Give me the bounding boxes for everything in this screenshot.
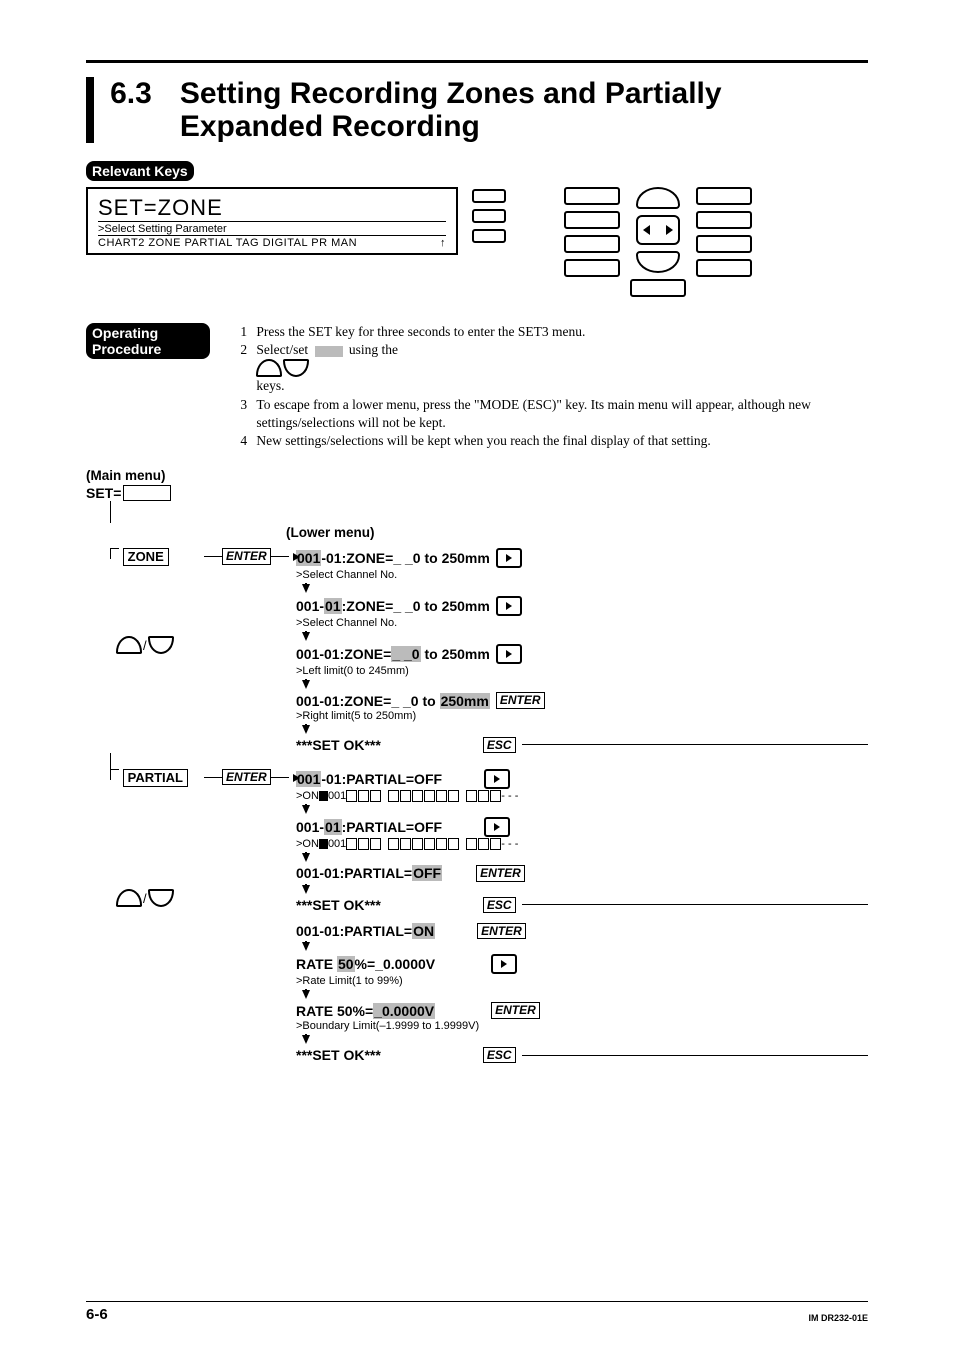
down-arrow-icon bbox=[302, 1035, 310, 1044]
zone-step-4: 001-01:ZONE=_ _0 to 250mm ENTER bbox=[296, 692, 868, 708]
down-arrow-icon bbox=[302, 942, 310, 951]
down-arrow-icon bbox=[302, 584, 310, 593]
down-arrow-icon bbox=[302, 632, 310, 641]
right-key-icon[interactable] bbox=[491, 954, 517, 974]
keypad-cluster bbox=[564, 187, 752, 297]
softkey-1[interactable] bbox=[472, 189, 506, 203]
key-generic-4[interactable] bbox=[564, 259, 620, 277]
down-arrow-icon bbox=[302, 680, 310, 689]
zone-step-2-sub: >Select Channel No. bbox=[296, 617, 868, 629]
softkey-3[interactable] bbox=[472, 229, 506, 243]
lcd-panel: SET=ZONE >Select Setting Parameter CHART… bbox=[86, 187, 458, 255]
heading-number: 6.3 bbox=[110, 77, 152, 110]
heading-title: Setting Recording Zones and Partially Ex… bbox=[180, 77, 868, 143]
zone-section: ZONE ENTER / 001-01:ZONE=_ _0 to 250mm >… bbox=[86, 548, 868, 753]
set-equals-label: SET= bbox=[86, 485, 121, 501]
zone-step-1-sub: >Select Channel No. bbox=[296, 569, 868, 581]
page-footer: 6-6 IM DR232-01E bbox=[86, 1301, 868, 1323]
up-key-icon[interactable] bbox=[116, 636, 142, 654]
enter-key-partial[interactable]: ENTER bbox=[222, 769, 271, 785]
esc-key[interactable]: ESC bbox=[483, 737, 516, 753]
down-key-icon[interactable] bbox=[148, 636, 174, 654]
enter-key[interactable]: ENTER bbox=[477, 923, 526, 939]
down-key-icon[interactable] bbox=[148, 889, 174, 907]
partial-step-1-sub: >ON001 - - - bbox=[296, 790, 868, 802]
section-heading: 6.3 Setting Recording Zones and Partiall… bbox=[86, 77, 868, 143]
right-key-icon[interactable] bbox=[496, 644, 522, 664]
softkey-2[interactable] bbox=[472, 209, 506, 223]
operating-procedure-list: 1Press the SET key for three seconds to … bbox=[240, 323, 868, 450]
partial-step-1: 001-01:PARTIAL=OFF bbox=[296, 769, 868, 789]
partial-step-2-sub: >ON001 - - - bbox=[296, 838, 868, 850]
down-key-icon bbox=[283, 359, 309, 377]
procedure-step-3: To escape from a lower menu, press the "… bbox=[256, 396, 868, 432]
zone-step-2: 001-01:ZONE=_ _0 to 250mm bbox=[296, 596, 868, 616]
down-arrow-icon bbox=[302, 725, 310, 734]
enter-key[interactable]: ENTER bbox=[496, 692, 545, 708]
right-key-icon[interactable] bbox=[496, 548, 522, 568]
lcd-line-1: SET=ZONE bbox=[98, 195, 446, 222]
key-generic-7[interactable] bbox=[696, 211, 752, 229]
set-value-slot bbox=[123, 485, 171, 501]
lcd-line-3: CHART2 ZONE PARTIAL TAG DIGITAL PR MAN bbox=[98, 237, 357, 249]
up-key-icon[interactable] bbox=[116, 889, 142, 907]
key-generic-9[interactable] bbox=[696, 259, 752, 277]
enter-key[interactable]: ENTER bbox=[476, 865, 525, 881]
key-left-right-icon[interactable] bbox=[636, 215, 680, 245]
relevant-keys-label: Relevant Keys bbox=[86, 161, 194, 181]
key-generic-1[interactable] bbox=[564, 187, 620, 205]
partial-on-step: 001-01:PARTIAL=ON ENTER bbox=[296, 923, 868, 939]
partial-ok-2: ***SET OK*** ESC bbox=[296, 1047, 868, 1063]
partial-label: PARTIAL bbox=[123, 769, 188, 787]
down-arrow-icon bbox=[302, 805, 310, 814]
esc-key[interactable]: ESC bbox=[483, 1047, 516, 1063]
right-key-icon[interactable] bbox=[496, 596, 522, 616]
down-arrow-icon bbox=[302, 853, 310, 862]
partial-step-2: 001-01:PARTIAL=OFF bbox=[296, 817, 868, 837]
esc-key[interactable]: ESC bbox=[483, 897, 516, 913]
right-key-icon[interactable] bbox=[484, 817, 510, 837]
enter-key[interactable]: ENTER bbox=[491, 1002, 540, 1018]
enter-key-zone[interactable]: ENTER bbox=[222, 548, 271, 564]
key-generic-5[interactable] bbox=[630, 279, 686, 297]
rate-step-1: RATE 50%=_0.0000V bbox=[296, 954, 868, 974]
zone-step-1: 001-01:ZONE=_ _0 to 250mm bbox=[296, 548, 868, 568]
key-generic-2[interactable] bbox=[564, 211, 620, 229]
key-generic-6[interactable] bbox=[696, 187, 752, 205]
page-number: 6-6 bbox=[86, 1306, 108, 1323]
key-generic-8[interactable] bbox=[696, 235, 752, 253]
up-key-icon bbox=[256, 359, 282, 377]
main-menu-label: (Main menu) bbox=[86, 468, 868, 483]
rate-step-2: RATE 50%=_0.0000V ENTER bbox=[296, 1002, 868, 1018]
rate-step-1-sub: >Rate Limit(1 to 99%) bbox=[296, 975, 868, 987]
partial-step-3: 001-01:PARTIAL=OFF ENTER bbox=[296, 865, 868, 881]
rate-step-2-sub: >Boundary Limit(–1.9999 to 1.9999V) bbox=[296, 1020, 868, 1032]
softkey-cluster bbox=[472, 187, 506, 243]
key-generic-3[interactable] bbox=[564, 235, 620, 253]
key-up-icon[interactable] bbox=[636, 187, 680, 209]
partial-section: PARTIAL ENTER / 001-01:PARTIAL=OFF bbox=[86, 769, 868, 1063]
operating-procedure-label: Operating Procedure bbox=[86, 323, 210, 359]
partial-ok-1: ***SET OK*** ESC bbox=[296, 897, 868, 913]
zone-ok: ***SET OK*** ESC bbox=[296, 737, 868, 753]
down-arrow-icon bbox=[302, 885, 310, 894]
grey-placeholder-icon bbox=[315, 346, 343, 357]
document-id: IM DR232-01E bbox=[808, 1313, 868, 1323]
procedure-step-2: Select/set using the keys. bbox=[256, 341, 398, 395]
zone-step-3: 001-01:ZONE=_ _0 to 250mm bbox=[296, 644, 868, 664]
procedure-step-1: Press the SET key for three seconds to e… bbox=[256, 323, 585, 341]
lower-menu-label: (Lower menu) bbox=[286, 525, 375, 540]
procedure-step-4: New settings/selections will be kept whe… bbox=[256, 432, 710, 450]
zone-step-4-sub: >Right limit(5 to 250mm) bbox=[296, 710, 868, 722]
key-down-icon[interactable] bbox=[636, 251, 680, 273]
zone-label: ZONE bbox=[123, 548, 169, 566]
lcd-line-2: >Select Setting Parameter bbox=[98, 222, 446, 236]
right-key-icon[interactable] bbox=[484, 769, 510, 789]
lcd-up-arrow-icon: ↑ bbox=[440, 237, 446, 249]
zone-step-3-sub: >Left limit(0 to 245mm) bbox=[296, 665, 868, 677]
down-arrow-icon bbox=[302, 990, 310, 999]
